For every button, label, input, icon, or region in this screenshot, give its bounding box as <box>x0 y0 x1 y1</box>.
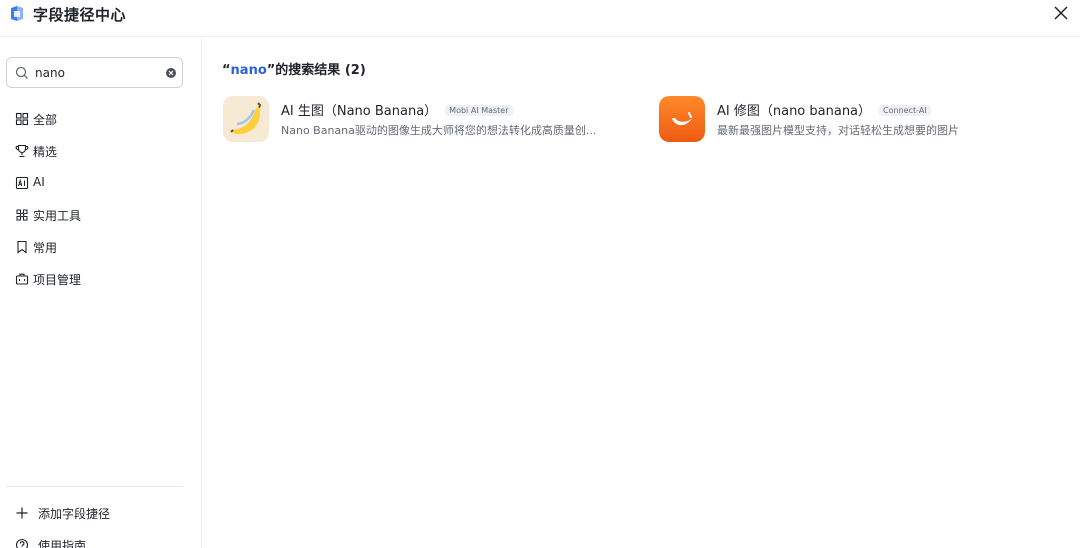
bookmark-icon <box>17 240 27 254</box>
search-box[interactable] <box>6 57 183 88</box>
sidebar-item-label: 全部 <box>33 113 58 127</box>
header: 字段捷径中心 <box>0 0 1080 37</box>
sidebar-item-label: 项目管理 <box>33 273 82 287</box>
close-icon[interactable] <box>1052 4 1070 22</box>
author-badge: Mobi AI Master <box>445 105 513 116</box>
result-prefix: “ <box>222 63 231 78</box>
result-card-ai-image-gen[interactable]: AI 生图（Nano Banana） Mobi AI Master Nano Ba… <box>223 96 623 142</box>
result-title-text: AI 修图（nano banana） <box>717 104 872 119</box>
guide-link[interactable]: 使用指南 <box>0 533 202 548</box>
help-icon <box>15 538 29 548</box>
result-description: Nano Banana驱动的图像生成大师将您的想法转化成高质量创... <box>281 124 597 137</box>
search-input[interactable] <box>35 62 163 84</box>
result-suffix: ”的搜索结果 (2) <box>266 63 366 78</box>
search-icon <box>15 66 28 79</box>
grid-icon <box>15 112 29 126</box>
guide-label: 使用指南 <box>38 539 87 548</box>
category-nav: 全部 精选 AI 实用工具 常用 项目管理 <box>0 103 202 295</box>
result-title: AI 生图（Nano Banana） Mobi AI Master <box>281 100 513 119</box>
sidebar-item-tools[interactable]: 实用工具 <box>0 199 202 231</box>
tools-icon <box>16 209 28 221</box>
add-shortcut-button[interactable]: 添加字段捷径 <box>0 501 202 525</box>
sidebar-item-all[interactable]: 全部 <box>0 103 202 135</box>
briefcase-icon <box>15 273 29 285</box>
sidebar-item-featured[interactable]: 精选 <box>0 135 202 167</box>
sidebar-divider <box>6 486 183 487</box>
app-window: 字段捷径中心 全部 <box>0 0 1080 548</box>
result-description: 最新最强图片模型支持，对话轻松生成想要的图片 <box>717 124 959 137</box>
result-title-text: AI 生图（Nano Banana） <box>281 104 438 119</box>
clear-icon[interactable] <box>165 67 177 79</box>
result-title: AI 修图（nano banana） Connect-AI <box>717 100 931 119</box>
logo-icon <box>11 6 23 21</box>
sidebar-item-label: 常用 <box>33 241 58 255</box>
ai-icon <box>15 176 29 190</box>
app-title: 字段捷径中心 <box>33 6 127 24</box>
sidebar-item-label: 实用工具 <box>33 209 82 223</box>
sidebar-item-label: 精选 <box>33 145 58 159</box>
plus-icon <box>16 507 28 519</box>
add-shortcut-label: 添加字段捷径 <box>38 507 111 521</box>
sidebar-item-label: AI <box>33 175 45 189</box>
sidebar: 全部 精选 AI <box>0 37 202 548</box>
main-content: “nano”的搜索结果 (2) AI 生图（Nano Banana） Mobi A… <box>203 37 1080 548</box>
banana-orange-icon <box>659 96 705 142</box>
trophy-icon <box>15 144 29 158</box>
banana-icon <box>223 96 269 142</box>
search-keyword: nano <box>230 63 267 78</box>
result-heading: “nano”的搜索结果 (2) <box>222 59 366 78</box>
sidebar-item-common[interactable]: 常用 <box>0 231 202 263</box>
result-card-ai-image-edit[interactable]: AI 修图（nano banana） Connect-AI 最新最强图片模型支持，… <box>659 96 1059 142</box>
author-badge: Connect-AI <box>879 105 931 116</box>
sidebar-item-project[interactable]: 项目管理 <box>0 263 202 295</box>
sidebar-item-ai[interactable]: AI <box>0 167 202 199</box>
